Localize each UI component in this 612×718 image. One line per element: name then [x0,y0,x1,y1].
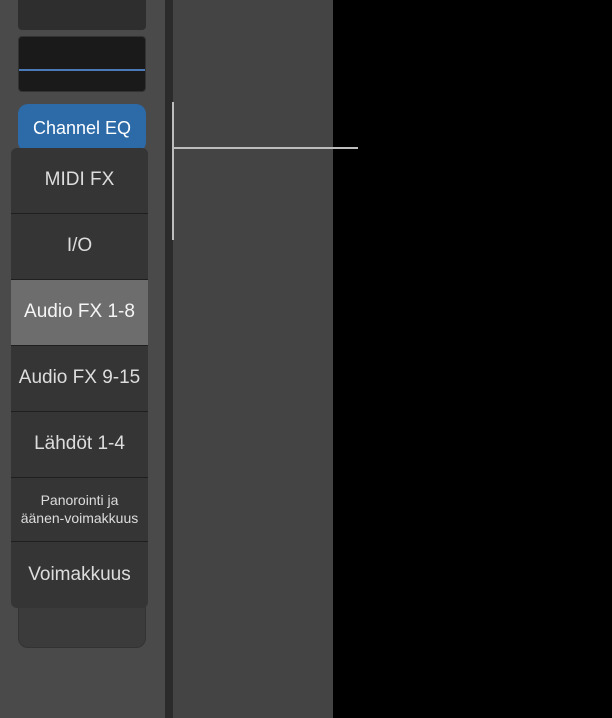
eq-curve [19,69,145,71]
menu-item-midi-fx[interactable]: MIDI FX [11,148,148,214]
menu-item-io[interactable]: I/O [11,214,148,280]
menu-item-audio-fx-9-15[interactable]: Audio FX 9-15 [11,346,148,412]
menu-item-sends-1-4[interactable]: Lähdöt 1-4 [11,412,148,478]
plugin-slot-channel-eq[interactable]: Channel EQ [18,104,146,152]
menu-item-volume[interactable]: Voimakkuus [11,542,148,608]
menu-column-bg [173,0,333,718]
menu-item-pan-volume[interactable]: Panorointi ja äänen-voimakkuus [11,478,148,542]
slot-header [18,0,146,30]
context-menu: MIDI FX I/O Audio FX 1-8 Audio FX 9-15 L… [11,148,148,608]
menu-item-audio-fx-1-8[interactable]: Audio FX 1-8 [11,280,148,346]
eq-thumbnail[interactable] [18,36,146,92]
vertical-divider [165,0,173,718]
